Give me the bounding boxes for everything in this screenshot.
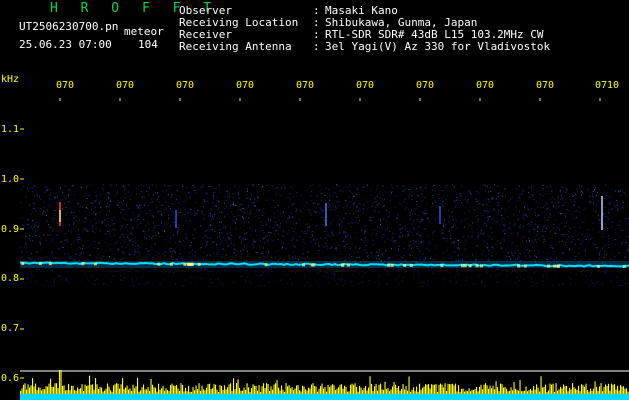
date-time: 25.06.23 07:00 [19,38,112,51]
meta-value-antenna: 3el Yagi(V) Az 330 for Vladivostok [325,40,551,53]
detection-type: meteor [124,25,164,38]
x-tick-label: 070 [476,80,495,91]
y-tick-label: 1.0 [1,174,20,185]
x-tick-label: 070 [356,80,375,91]
file-name: UT2506230700.pn [19,20,119,33]
y-tick-marks [20,128,24,379]
y-tick-label: 0.6 [1,373,20,384]
meta-label-antenna: Receiving Antenna [179,40,292,53]
noise-field [20,184,629,287]
meta-colon: : [313,40,320,53]
x-tick-label: 070 [536,80,555,91]
y-axis-unit: kHz [1,74,20,85]
x-tick-label: 070 [236,80,255,91]
y-tick-label: 0.7 [1,323,20,334]
x-tick-label: 070 [116,80,135,91]
y-tick-label: 0.8 [1,273,20,284]
x-tick-label: 070 [296,80,315,91]
x-tick-label: 070 [416,80,435,91]
x-tick-label: 0710 [595,80,620,91]
x-tick-label: 070 [176,80,195,91]
x-tick-label: 070 [56,80,75,91]
meteor-count: 104 [138,38,158,51]
spectrogram [20,98,629,400]
y-tick-label: 0.9 [1,224,20,235]
level-base-strip [20,394,629,400]
x-tick-marks [59,98,601,101]
y-tick-label: 1.1 [1,124,20,135]
level-bars [20,370,629,394]
